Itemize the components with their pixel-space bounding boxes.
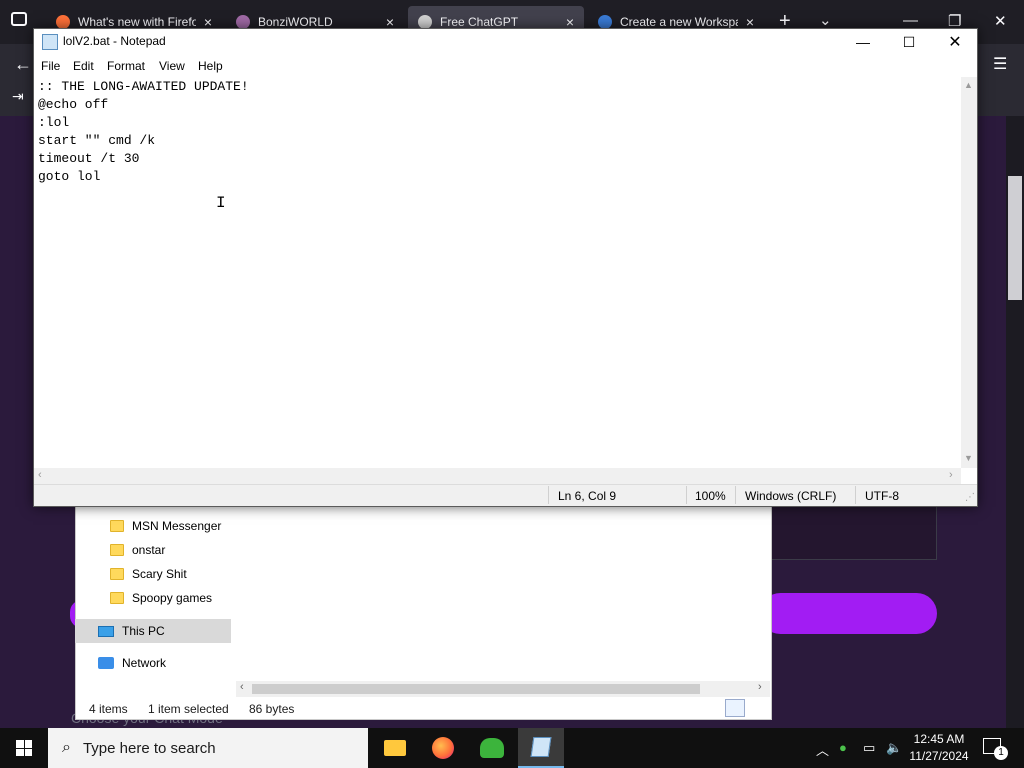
page-scroll-thumb[interactable] — [1008, 176, 1022, 300]
file-explorer-taskbar-button[interactable] — [372, 728, 418, 768]
tree-item-label: This PC — [122, 624, 165, 638]
tree-item-onstar[interactable]: onstar — [110, 538, 165, 562]
cursor-position: Ln 6, Col 9 — [558, 489, 617, 503]
tab-list-chevron-icon[interactable]: ⌄ — [819, 11, 832, 29]
tree-item-this-pc[interactable]: This PC — [98, 619, 165, 643]
taskbar-search[interactable]: ⌕ Type here to search — [48, 728, 368, 768]
explorer-h-scrollbar[interactable]: ‹ › — [236, 681, 770, 697]
encoding: UTF-8 — [865, 489, 899, 503]
tree-item-label: Network — [122, 656, 167, 670]
maximize-icon[interactable]: ☐ — [886, 31, 932, 53]
scroll-right-icon[interactable]: › — [949, 469, 953, 481]
browser-close-icon[interactable]: ✕ — [994, 12, 1007, 30]
network-status-icon[interactable]: ▭ — [863, 740, 875, 756]
status-divider — [735, 486, 736, 504]
page-scrollbar[interactable] — [1006, 116, 1024, 730]
tab-title: Create a new Workspa — [620, 15, 738, 29]
tree-item-scary-shit[interactable]: Scary Shit — [110, 562, 187, 586]
menu-edit[interactable]: Edit — [73, 59, 94, 73]
notepad-text-content[interactable]: :: THE LONG-AWAITED UPDATE! @echo off :l… — [38, 78, 249, 186]
text-cursor-icon: I — [216, 194, 226, 212]
tree-item-label: MSN Messenger — [132, 519, 222, 533]
folder-icon — [384, 740, 406, 756]
chat-input-area[interactable] — [770, 506, 937, 560]
tree-item-label: Spoopy games — [132, 591, 213, 605]
folder-icon — [110, 544, 124, 556]
status-divider — [548, 486, 549, 504]
notepad-h-scrollbar[interactable]: ‹ › — [34, 468, 961, 484]
line-ending: Windows (CRLF) — [745, 489, 837, 503]
clock-time: 12:45 AM — [913, 732, 965, 746]
zoom-level: 100% — [695, 489, 726, 503]
tree-item-label: onstar — [132, 543, 166, 557]
network-icon — [98, 657, 114, 669]
scroll-left-icon[interactable]: ‹ — [240, 681, 244, 693]
folder-icon — [110, 568, 124, 580]
tree-item-spoopy-games[interactable]: Spoopy games — [110, 586, 212, 610]
scroll-down-icon[interactable]: ▼ — [964, 453, 973, 463]
minimize-icon[interactable]: — — [840, 31, 886, 53]
explorer-scroll-thumb[interactable] — [252, 684, 700, 694]
large-icons-view-icon[interactable] — [748, 699, 768, 717]
menu-file[interactable]: File — [41, 59, 60, 73]
scroll-right-icon[interactable]: › — [758, 681, 762, 693]
firefox-taskbar-button[interactable] — [420, 728, 466, 768]
search-icon: ⌕ — [62, 739, 71, 756]
volume-icon[interactable]: 🔈 — [886, 740, 902, 756]
tab-title: BonziWORLD — [258, 15, 333, 29]
taskbar-clock[interactable]: 12:45 AM 11/27/2024 — [902, 731, 976, 765]
notepad-title-bar[interactable] — [34, 29, 977, 57]
firefox-view-icon[interactable] — [11, 12, 27, 26]
show-hidden-icons-icon[interactable]: ︿ — [816, 740, 829, 759]
windows-logo-icon — [16, 740, 32, 756]
browser-minimize-icon[interactable]: — — [903, 12, 918, 29]
send-button[interactable] — [760, 593, 937, 634]
clock-date: 11/27/2024 — [909, 749, 969, 763]
people-icon[interactable]: ● — [839, 740, 847, 755]
menu-view[interactable]: View — [159, 59, 185, 73]
notepad-icon — [530, 737, 552, 757]
notepad-icon — [42, 34, 58, 50]
bonzi-icon — [236, 15, 250, 29]
tree-item-network[interactable]: Network — [98, 651, 166, 675]
explorer-selection-info: 1 item selected — [148, 702, 229, 716]
status-divider — [686, 486, 687, 504]
start-button[interactable] — [0, 728, 48, 768]
details-view-icon[interactable] — [725, 699, 745, 717]
search-placeholder: Type here to search — [82, 739, 216, 757]
messenger-buddy-icon — [480, 738, 504, 758]
folder-icon — [110, 520, 124, 532]
tab-title: What's new with Firefo — [78, 15, 196, 29]
msn-messenger-taskbar-button[interactable] — [469, 728, 515, 768]
tab-title: Free ChatGPT — [440, 15, 519, 29]
explorer-item-count: 4 items — [89, 702, 128, 716]
back-arrow-icon[interactable]: ← — [14, 54, 32, 75]
menu-help[interactable]: Help — [198, 59, 223, 73]
scroll-up-icon[interactable]: ▲ — [964, 80, 973, 90]
notepad-v-scrollbar[interactable]: ▲ ▼ — [961, 77, 977, 468]
firefox-icon — [432, 737, 454, 759]
notification-count-badge: 1 — [994, 746, 1008, 760]
app-menu-icon[interactable]: ☰ — [993, 54, 1007, 74]
chatgpt-icon — [418, 15, 432, 29]
workspace-icon — [598, 15, 612, 29]
tree-item-label: Scary Shit — [132, 567, 187, 581]
resize-grip-icon[interactable]: ⋰ — [965, 492, 975, 503]
notepad-title: lolV2.bat - Notepad — [63, 34, 166, 48]
notepad-taskbar-button[interactable] — [518, 728, 564, 768]
menu-format[interactable]: Format — [107, 59, 145, 73]
folder-icon — [110, 592, 124, 604]
scroll-left-icon[interactable]: ‹ — [38, 469, 42, 481]
computer-icon — [98, 625, 114, 637]
close-icon[interactable]: ✕ — [932, 31, 978, 53]
tree-item-msn-messenger[interactable]: MSN Messenger — [110, 514, 221, 538]
firefox-icon — [56, 15, 70, 29]
explorer-selection-size: 86 bytes — [249, 702, 295, 716]
status-divider — [855, 486, 856, 504]
sign-in-icon[interactable]: ⇥ — [12, 88, 24, 105]
